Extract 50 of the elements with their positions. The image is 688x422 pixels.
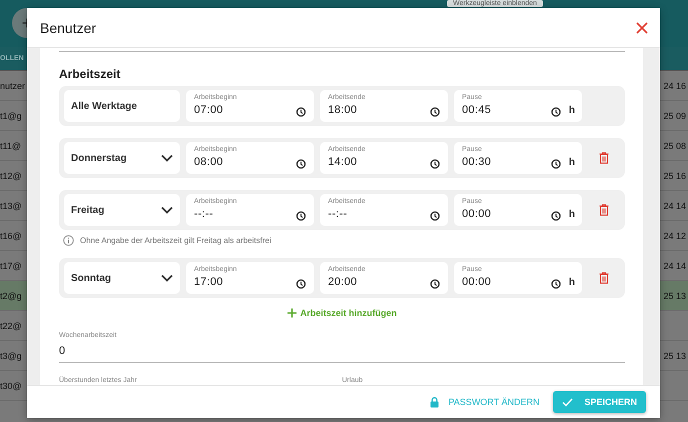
table-cell: t13@ xyxy=(0,200,22,210)
table-cell: t11@ xyxy=(0,140,21,150)
clock-icon xyxy=(551,211,561,221)
info-icon xyxy=(63,235,74,246)
table-cell: 25 08 xyxy=(663,140,686,150)
delete-icon[interactable] xyxy=(599,152,609,164)
clock-icon xyxy=(430,211,440,221)
table-cell: t22@ xyxy=(0,320,22,330)
table-cell: 25 13 xyxy=(663,290,686,300)
table-cell: nutzer xyxy=(0,80,26,90)
lock-icon xyxy=(430,396,440,408)
hint-text: Ohne Angabe der Arbeitszeit gilt Freitag als arbeitsfrei xyxy=(80,236,272,245)
table-cell: t16@ xyxy=(0,230,22,240)
table-cell: t12@ xyxy=(0,170,22,180)
table-cell: t3@g xyxy=(0,350,22,360)
clock-icon xyxy=(551,279,561,289)
chevron-down-icon xyxy=(161,274,173,282)
clock-icon xyxy=(430,279,440,289)
section-title: Arbeitszeit xyxy=(59,67,122,81)
day-select[interactable]: Donnerstag xyxy=(64,142,180,174)
chevron-down-icon xyxy=(161,206,173,214)
table-cell: 24 14 xyxy=(663,260,686,270)
clock-icon xyxy=(551,159,561,169)
clock-icon xyxy=(296,211,306,221)
table-cell: 25 09 xyxy=(663,110,686,120)
table-cell: t2@g xyxy=(0,290,22,300)
table-cell: 24 12 xyxy=(663,230,686,240)
table-cell: 24 16 xyxy=(663,80,686,90)
dialog-title: Benutzer xyxy=(40,20,96,36)
table-cell: t30@ xyxy=(0,380,22,390)
close-icon[interactable] xyxy=(636,22,648,34)
table-cell: 25 16 xyxy=(663,170,686,180)
table-cell: t17@ xyxy=(0,260,22,270)
delete-icon[interactable] xyxy=(599,204,609,216)
day-select[interactable]: Sonntag xyxy=(64,262,180,294)
clock-icon xyxy=(430,159,440,169)
table-cell: t1@g xyxy=(0,110,22,120)
clock-icon xyxy=(551,107,561,117)
plus-icon xyxy=(287,308,298,318)
chevron-down-icon xyxy=(161,154,173,162)
clock-icon xyxy=(296,159,306,169)
clock-icon xyxy=(430,107,440,117)
clock-icon xyxy=(296,279,306,289)
table-cell: 25 13 xyxy=(663,350,686,360)
day-select[interactable]: Freitag xyxy=(64,194,180,226)
delete-icon[interactable] xyxy=(599,272,609,284)
check-icon xyxy=(562,398,574,406)
day-label: Alle Werktage xyxy=(64,90,180,122)
clock-icon xyxy=(296,107,306,117)
table-cell: 24 14 xyxy=(663,200,686,210)
